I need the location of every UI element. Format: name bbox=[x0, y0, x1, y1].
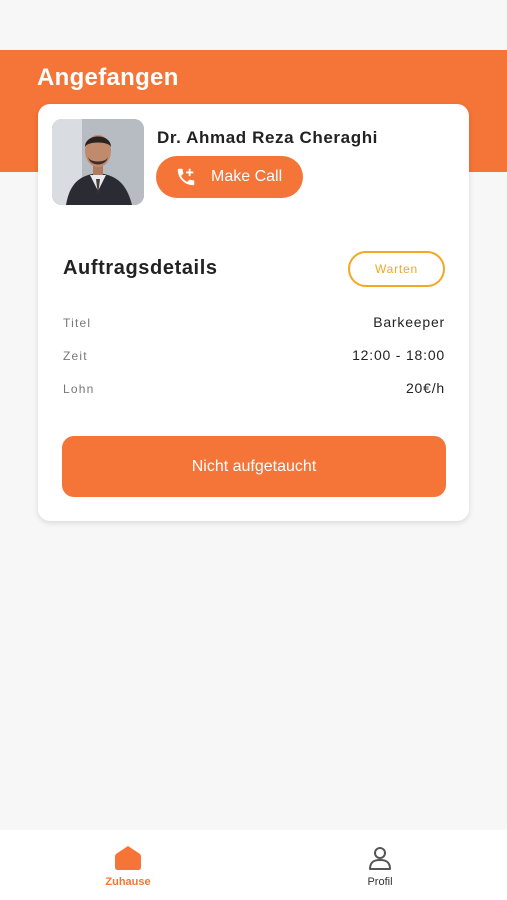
page-title: Angefangen bbox=[37, 64, 179, 91]
detail-row-zeit: Zeit 12:00 - 18:00 bbox=[63, 347, 445, 369]
nav-item-profile[interactable]: Profil bbox=[320, 830, 440, 900]
phone-add-icon bbox=[175, 166, 197, 188]
detail-value: 12:00 - 18:00 bbox=[352, 347, 445, 363]
contact-name: Dr. Ahmad Reza Cheraghi bbox=[157, 128, 378, 147]
make-call-label: Make Call bbox=[211, 168, 283, 185]
detail-row-lohn: Lohn 20€/h bbox=[63, 380, 445, 402]
detail-label: Lohn bbox=[63, 382, 95, 396]
bottom-nav: Zuhause Profil bbox=[0, 830, 507, 900]
home-icon bbox=[114, 845, 142, 871]
nav-label-profile: Profil bbox=[367, 876, 393, 888]
status-bar bbox=[0, 0, 507, 50]
detail-value: Barkeeper bbox=[373, 314, 445, 330]
avatar bbox=[52, 119, 144, 205]
job-card: Dr. Ahmad Reza Cheraghi Make Call Auftra… bbox=[38, 104, 469, 521]
detail-row-titel: Titel Barkeeper bbox=[63, 314, 445, 336]
detail-label: Zeit bbox=[63, 349, 88, 363]
status-badge: Warten bbox=[348, 251, 445, 287]
section-title: Auftragsdetails bbox=[63, 257, 218, 279]
detail-label: Titel bbox=[63, 316, 92, 330]
no-show-button[interactable]: Nicht aufgetaucht bbox=[62, 436, 446, 497]
user-icon bbox=[366, 845, 394, 871]
nav-item-home[interactable]: Zuhause bbox=[68, 830, 188, 900]
detail-value: 20€/h bbox=[405, 380, 445, 396]
avatar-portrait bbox=[52, 119, 144, 205]
make-call-button[interactable]: Make Call bbox=[156, 156, 303, 198]
nav-label-home: Zuhause bbox=[105, 876, 151, 888]
